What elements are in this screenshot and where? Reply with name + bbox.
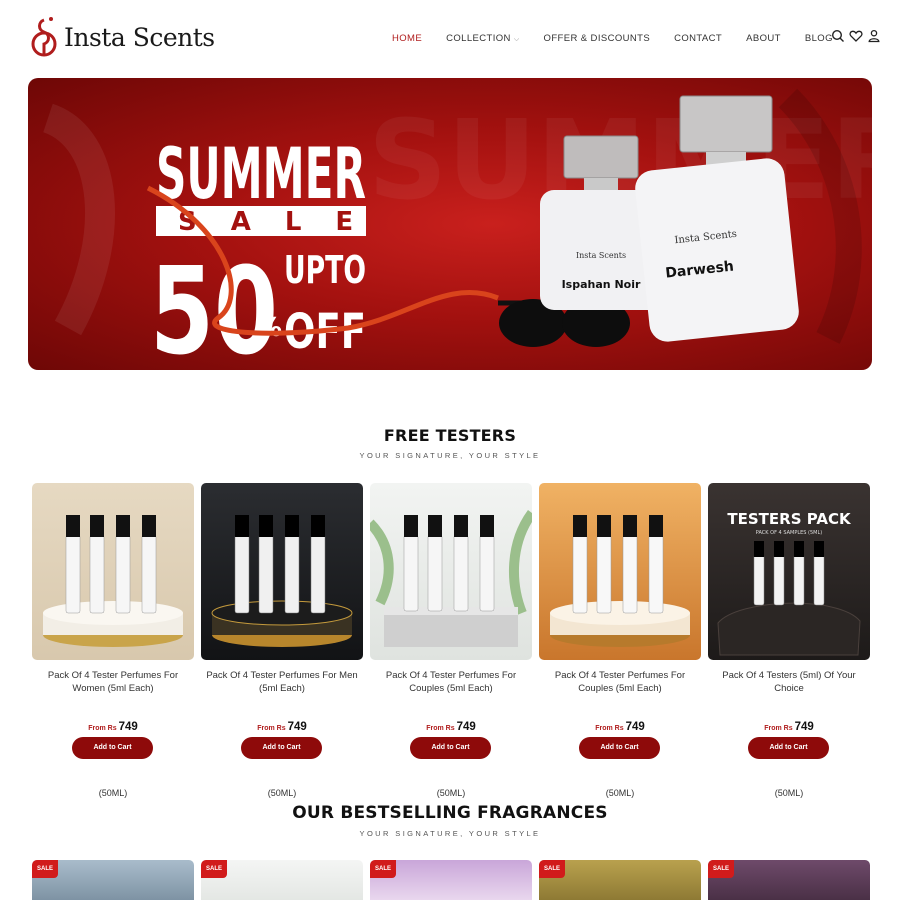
hero-banner[interactable]: SUMMER SUMMER SALE 50 % UPTO OFF Insta S… bbox=[28, 78, 872, 370]
banner-artwork: SUMMER SUMMER SALE 50 % UPTO OFF Insta S… bbox=[42, 88, 872, 370]
brand-name: Insta Scents bbox=[64, 22, 215, 52]
price-prefix: From Rs bbox=[426, 725, 455, 732]
site-header: Insta Scents HOME COLLECTION ⌵ OFFER & DI… bbox=[0, 0, 900, 76]
product-price: From Rs 749 bbox=[539, 717, 701, 735]
product-image[interactable] bbox=[370, 483, 532, 660]
product-size: (50ML) bbox=[605, 788, 635, 798]
product-title[interactable]: Pack Of 4 Tester Perfumes For Women (5ml… bbox=[32, 669, 194, 695]
product-image[interactable]: TESTERS PACK PACK OF 4 SAMPLES (5ML) bbox=[708, 483, 870, 660]
product-size: (50ML) bbox=[774, 788, 804, 798]
add-to-cart-button[interactable]: Add to Cart bbox=[241, 737, 322, 759]
add-to-cart-button[interactable]: Add to Cart bbox=[748, 737, 829, 759]
price-value: 749 bbox=[456, 721, 476, 733]
product-size: (50ML) bbox=[98, 788, 128, 798]
testers-subtitle: YOUR SIGNATURE, YOUR STYLE bbox=[359, 451, 541, 460]
price-value: 749 bbox=[118, 721, 138, 733]
testers-grid: Pack Of 4 Tester Perfumes For Women (5ml… bbox=[32, 483, 872, 803]
product-card[interactable]: SALE bbox=[32, 860, 194, 900]
product-price: From Rs 749 bbox=[708, 717, 870, 735]
tester-vials-image bbox=[43, 515, 183, 647]
banner-discount: 50 bbox=[150, 243, 278, 370]
brand-logo[interactable]: Insta Scents bbox=[30, 14, 215, 60]
product-price: From Rs 749 bbox=[201, 717, 363, 735]
product-card[interactable]: Pack Of 4 Tester Perfumes For Couples (5… bbox=[539, 483, 701, 803]
testers-title: FREE TESTERS bbox=[383, 426, 517, 445]
nav-collection[interactable]: COLLECTION ⌵ bbox=[446, 33, 519, 44]
price-prefix: From Rs bbox=[595, 725, 624, 732]
logo-mark-icon bbox=[31, 17, 57, 57]
tester-vials-image bbox=[370, 510, 532, 647]
price-value: 749 bbox=[625, 721, 645, 733]
product-size: (50ML) bbox=[267, 788, 297, 798]
price-prefix: From Rs bbox=[257, 725, 286, 732]
sale-badge: SALE bbox=[370, 860, 396, 878]
product-card[interactable]: SALE bbox=[708, 860, 870, 900]
price-prefix: From Rs bbox=[88, 725, 117, 732]
bottle-left-name: Ispahan Noir bbox=[562, 278, 641, 291]
add-to-cart-button[interactable]: Add to Cart bbox=[579, 737, 660, 759]
product-card[interactable]: TESTERS PACK PACK OF 4 SAMPLES (5ML) Pac… bbox=[708, 483, 870, 803]
bestselling-subtitle: YOUR SIGNATURE, YOUR STYLE bbox=[359, 829, 541, 838]
nav-blog[interactable]: BLOG bbox=[805, 33, 833, 44]
heart-icon[interactable] bbox=[849, 29, 863, 43]
tester-vials-image bbox=[211, 515, 353, 647]
product-card[interactable]: SALE bbox=[539, 860, 701, 900]
sale-badge: SALE bbox=[708, 860, 734, 878]
add-to-cart-button[interactable]: Add to Cart bbox=[410, 737, 491, 759]
product-card[interactable]: SALE bbox=[201, 860, 363, 900]
product-price: From Rs 749 bbox=[370, 717, 532, 735]
product-size: (50ML) bbox=[436, 788, 466, 798]
product-card[interactable]: Pack Of 4 Tester Perfumes For Men (5ml E… bbox=[201, 483, 363, 803]
tester-vials-image: TESTERS PACK PACK OF 4 SAMPLES (5ML) bbox=[717, 510, 861, 656]
product-image[interactable] bbox=[32, 483, 194, 660]
banner-upto: UPTO bbox=[284, 248, 366, 292]
header-icons bbox=[831, 29, 881, 43]
search-icon[interactable] bbox=[831, 29, 845, 43]
price-prefix: From Rs bbox=[764, 725, 793, 732]
add-to-cart-button[interactable]: Add to Cart bbox=[72, 737, 153, 759]
product-image[interactable] bbox=[201, 483, 363, 660]
product-title[interactable]: Pack Of 4 Tester Perfumes For Couples (5… bbox=[370, 669, 532, 695]
product-card[interactable]: SALE bbox=[370, 860, 532, 900]
nav-about[interactable]: ABOUT bbox=[746, 33, 781, 44]
nav-home[interactable]: HOME bbox=[392, 33, 422, 44]
product-card[interactable]: Pack Of 4 Tester Perfumes For Women (5ml… bbox=[32, 483, 194, 803]
user-icon[interactable] bbox=[867, 29, 881, 43]
bestselling-grid: SALE SALE SALE SALE SALE bbox=[32, 860, 872, 900]
banner-headline: SUMMER bbox=[156, 133, 366, 215]
bestselling-title: OUR BESTSELLING FRAGRANCES bbox=[292, 803, 608, 823]
product-title[interactable]: Pack Of 4 Testers (5ml) Of Your Choice bbox=[708, 669, 870, 695]
product-price: From Rs 749 bbox=[32, 717, 194, 735]
leaf-decor bbox=[42, 103, 115, 336]
nav-contact[interactable]: CONTACT bbox=[674, 33, 722, 44]
testers-pack-title: TESTERS PACK bbox=[727, 510, 852, 528]
tester-vials-image bbox=[550, 515, 690, 647]
sale-badge: SALE bbox=[32, 860, 58, 878]
banner-percent: % bbox=[256, 313, 282, 343]
product-title[interactable]: Pack Of 4 Tester Perfumes For Men (5ml E… bbox=[201, 669, 363, 695]
price-value: 749 bbox=[794, 721, 814, 733]
product-image[interactable] bbox=[539, 483, 701, 660]
testers-pack-subtitle: PACK OF 4 SAMPLES (5ML) bbox=[756, 530, 823, 536]
nav-offers[interactable]: OFFER & DISCOUNTS bbox=[544, 33, 651, 44]
nav-collection-label: COLLECTION bbox=[446, 33, 511, 44]
bottle-left-brand: Insta Scents bbox=[576, 251, 626, 260]
sale-badge: SALE bbox=[539, 860, 565, 878]
product-card[interactable]: Pack Of 4 Tester Perfumes For Couples (5… bbox=[370, 483, 532, 803]
price-value: 749 bbox=[287, 721, 307, 733]
sale-badge: SALE bbox=[201, 860, 227, 878]
product-title[interactable]: Pack Of 4 Tester Perfumes For Couples (5… bbox=[539, 669, 701, 695]
main-nav: HOME COLLECTION ⌵ OFFER & DISCOUNTS CONTA… bbox=[392, 33, 857, 44]
chevron-down-icon: ⌵ bbox=[513, 36, 520, 43]
